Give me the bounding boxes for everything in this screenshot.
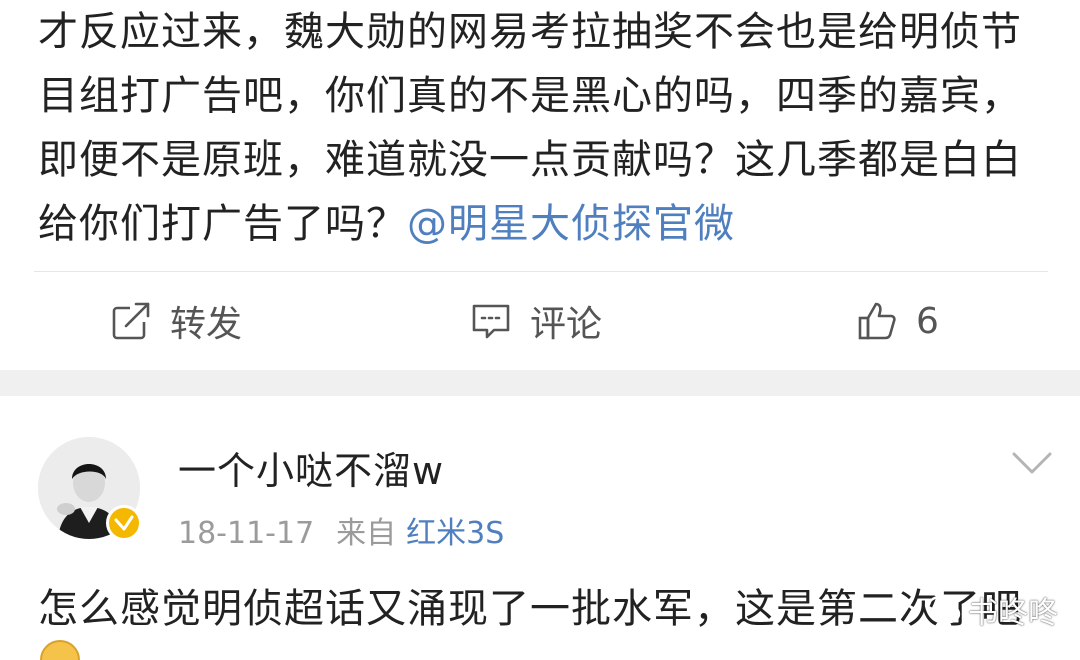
post-body-text: 才反应过来，魏大勋的网易考拉抽奖不会也是给明侦节目组打广告吧，你们真的不是黑心的… [38,0,1048,256]
section-separator [0,370,1080,396]
watermark: 书咚咚 [926,588,1058,632]
verified-badge-icon [106,505,142,541]
watermark-text: 书咚咚 [968,596,1058,631]
username[interactable]: 一个小哒不溜w [178,440,444,495]
post-body-text: 怎么感觉明侦超话又涌现了一批水军，这是第二次了吧 [38,586,1022,632]
like-count: 6 [916,300,939,342]
post-meta: 18-11-17 来自 红米3S [178,508,504,552]
thumbs-up-icon [858,302,896,340]
weibo-feed: 才反应过来，魏大勋的网易考拉抽奖不会也是给明侦节目组打广告吧，你们真的不是黑心的… [0,0,1080,660]
mention-link[interactable]: @明星大侦探官微 [407,201,735,247]
repost-label: 转发 [170,304,243,345]
check-icon [114,515,134,531]
source-device[interactable]: 红米3S [406,516,504,551]
wechat-icon [926,595,961,624]
post-action-bar: 转发 评论 6 [0,272,1080,370]
comment-button[interactable]: 评论 [470,298,603,345]
post-date: 18-11-17 [178,516,315,551]
chevron-down-icon[interactable] [1010,446,1054,478]
emoji-icon [40,640,80,660]
comment-icon [472,304,510,339]
repost-button[interactable]: 转发 [110,298,243,345]
like-button[interactable]: 6 [856,298,939,344]
source-prefix: 来自 [336,516,397,551]
share-icon [112,300,152,340]
comment-label: 评论 [530,304,603,345]
